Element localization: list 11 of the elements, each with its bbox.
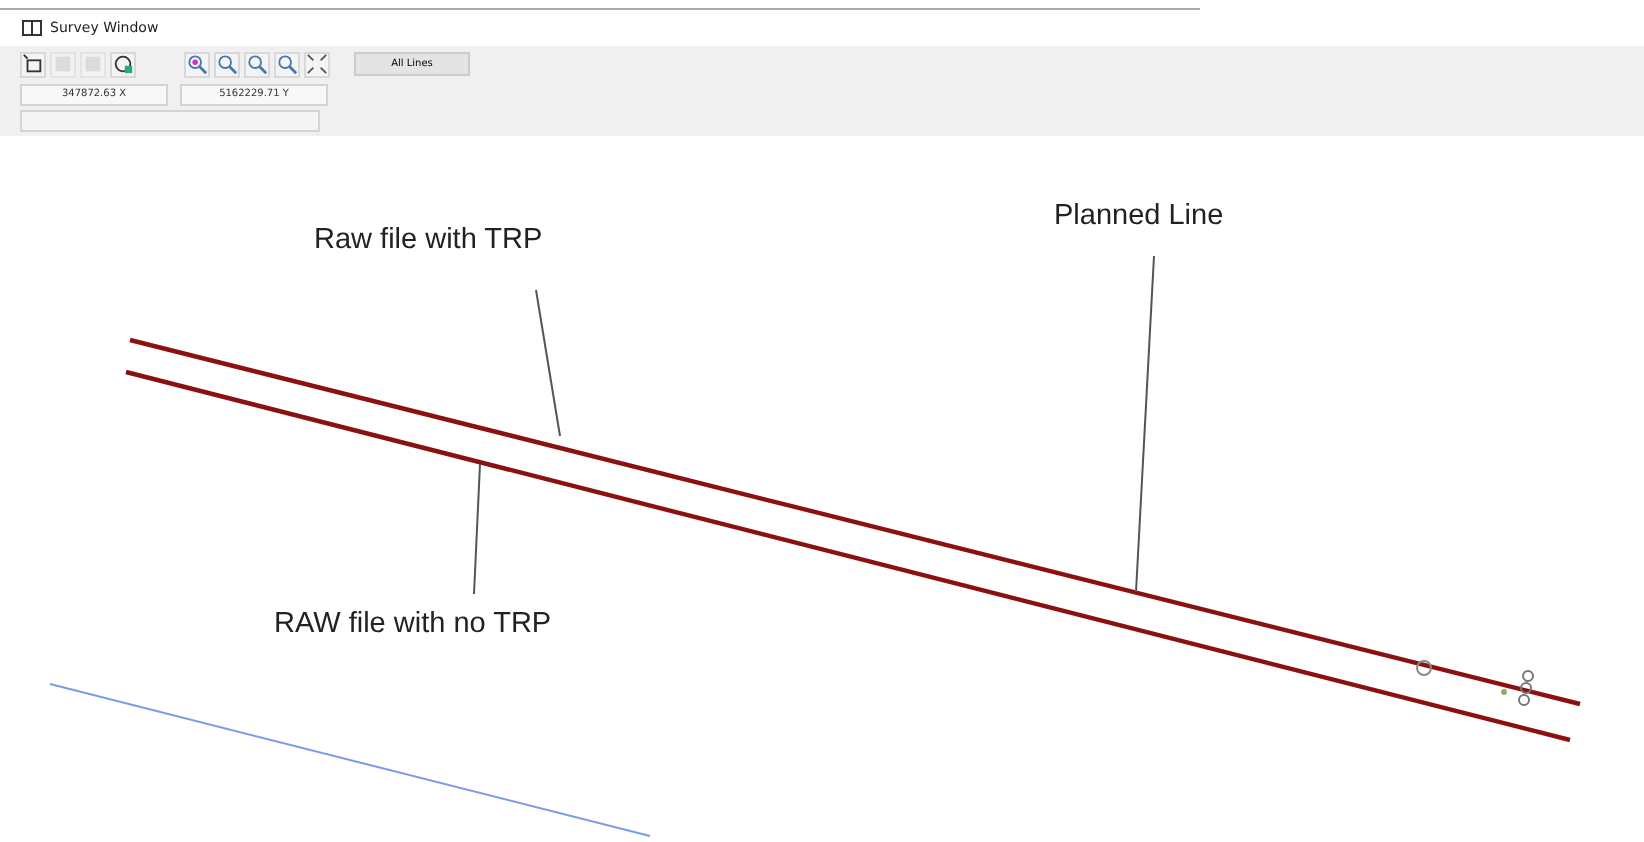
leader-line: [473, 463, 481, 595]
new-button[interactable]: [20, 51, 46, 77]
zoom-out-button[interactable]: [244, 51, 270, 77]
annotation-label: RAW file with no TRP: [274, 608, 552, 640]
window-icon: [22, 20, 42, 36]
annotation-label: Raw file with TRP: [314, 224, 543, 256]
zoom-in-button[interactable]: [184, 51, 210, 77]
marker-icon: [1416, 660, 1432, 676]
extent-button[interactable]: [304, 51, 330, 77]
station-marker-icon: [1501, 670, 1534, 706]
annotation-label: Planned Line: [1054, 200, 1224, 232]
